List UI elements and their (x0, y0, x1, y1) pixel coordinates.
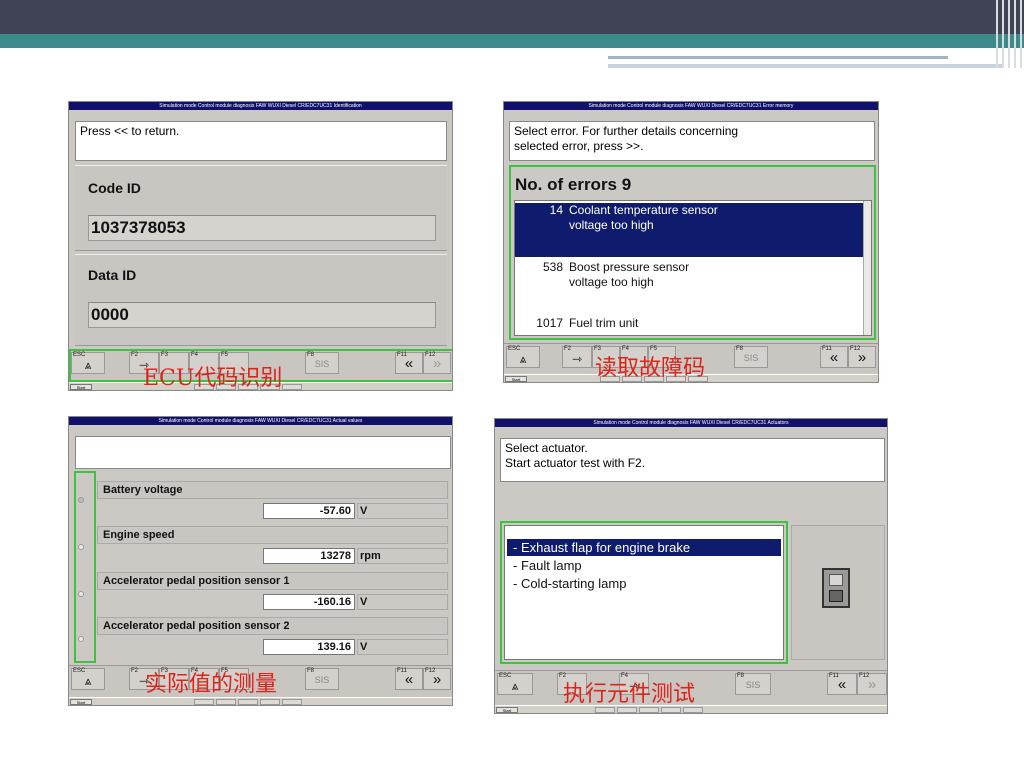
start-button[interactable]: Start (70, 699, 92, 705)
error-row[interactable]: 538 Boost pressure sensor voltage too hi… (515, 260, 871, 300)
value-row: Engine speed 13278 rpm (97, 526, 448, 570)
radio-selector[interactable] (78, 544, 84, 550)
value-field: -160.16 (263, 594, 355, 610)
f8-sis-key[interactable]: F8 SIS (305, 668, 339, 690)
caption-actuator-test: 执行元件测试 (563, 682, 696, 707)
back-up-icon: ⩓ (84, 674, 92, 688)
f12-key[interactable]: F12» (857, 673, 887, 695)
value-unit: V (357, 594, 448, 610)
f8-sis-key[interactable]: F8 SIS (735, 673, 771, 695)
caption-read-error-codes: 读取故障码 (595, 356, 706, 381)
double-left-icon: « (829, 349, 839, 366)
value-unit: V (357, 639, 448, 655)
value-unit: V (357, 503, 448, 519)
window-title: Simulation mode Control module diagnosis… (495, 419, 887, 427)
switch-panel (791, 525, 885, 660)
error-row[interactable]: 14 Coolant temperature sensor voltage to… (515, 203, 871, 257)
f8-sis-key[interactable]: F8 SIS (734, 346, 768, 368)
back-up-icon: ⩓ (511, 679, 519, 693)
start-button[interactable]: Start (496, 707, 518, 713)
value-field: 13278 (263, 548, 355, 564)
value-unit: rpm (357, 548, 448, 564)
value-row: Accelerator pedal position sensor 2 139.… (97, 617, 448, 661)
f2-key[interactable]: F2 ⇾ (562, 346, 592, 368)
message-box: Press << to return. (75, 121, 447, 161)
taskbar-item[interactable] (216, 699, 236, 705)
actuator-list[interactable]: - Exhaust flap for engine brake - Fault … (504, 525, 784, 660)
f11-key[interactable]: F11 « (395, 668, 423, 690)
double-left-icon: « (404, 671, 414, 688)
taskbar-item[interactable] (194, 699, 214, 705)
caption-ecu-identification: ECU代码识别 (143, 366, 283, 391)
taskbar-item[interactable] (260, 699, 280, 705)
actuators-window: Simulation mode Control module diagnosis… (494, 418, 888, 714)
value-row: Battery voltage -57.60 V (97, 481, 448, 525)
list-item[interactable]: - Exhaust flap for engine brake (507, 539, 781, 556)
code-id-label: Code ID (88, 180, 141, 196)
slide-header-bar (0, 0, 1024, 34)
actual-values-window: Simulation mode Control module diagnosis… (68, 416, 453, 706)
arrow-right-icon: ⇾ (571, 352, 583, 366)
code-id-panel: Code ID 1037378053 (75, 165, 447, 251)
window-title: Simulation mode Control module diagnosis… (69, 417, 452, 425)
slide-accent-line-2 (608, 64, 1002, 68)
error-count-label: No. of errors 9 (515, 175, 632, 194)
message-text: Press << to return. (80, 124, 180, 138)
list-scrollbar[interactable] (863, 201, 871, 335)
list-item[interactable]: - Fault lamp (507, 557, 781, 574)
message-line-1: Select error. For further details concer… (514, 124, 739, 138)
code-id-value: 1037378053 (88, 215, 436, 241)
start-button[interactable]: Start (70, 384, 92, 390)
double-left-icon: « (837, 676, 847, 693)
slide-accent-bar (0, 34, 1024, 48)
taskbar: Start (69, 697, 452, 705)
radio-selector[interactable] (78, 497, 84, 503)
double-right-icon: » (432, 671, 442, 688)
data-id-panel: Data ID 0000 (75, 254, 447, 346)
f11-key[interactable]: F11 « (820, 346, 848, 368)
window-title: Simulation mode Control module diagnosis… (504, 102, 878, 110)
esc-key[interactable]: ESC ⩓ (71, 668, 105, 690)
message-box: Select actuator. Start actuator test wit… (500, 438, 885, 482)
message-line-2: selected error, press >>. (514, 139, 644, 153)
start-button[interactable]: Start (505, 376, 527, 382)
switch-icon[interactable] (822, 568, 850, 608)
message-line-1: Select actuator. (505, 441, 588, 455)
value-row: Accelerator pedal position sensor 1 -160… (97, 572, 448, 616)
data-id-value: 0000 (88, 302, 436, 328)
message-box: Select error. For further details concer… (509, 121, 875, 161)
value-field: -57.60 (263, 503, 355, 519)
f12-key[interactable]: F12» (848, 346, 876, 368)
message-line-2: Start actuator test with F2. (505, 456, 646, 470)
radio-selector[interactable] (78, 591, 84, 597)
error-memory-window: Simulation mode Control module diagnosis… (503, 101, 879, 383)
double-right-icon: » (867, 676, 877, 693)
message-box (75, 436, 451, 469)
list-item[interactable]: - Cold-starting lamp (507, 575, 781, 592)
value-field: 139.16 (263, 639, 355, 655)
taskbar-item[interactable] (282, 699, 302, 705)
error-row[interactable]: 1017 Fuel trim unit (515, 316, 871, 335)
f12-key[interactable]: F12» (423, 668, 451, 690)
data-id-label: Data ID (88, 267, 137, 283)
double-right-icon: » (857, 349, 867, 366)
error-list[interactable]: 14 Coolant temperature sensor voltage to… (514, 200, 872, 336)
esc-key[interactable]: ESC ⩓ (497, 673, 533, 695)
esc-key[interactable]: ESC ⩓ (506, 346, 540, 368)
window-title: Simulation mode Control module diagnosis… (69, 102, 452, 110)
caption-actual-values: 实际值的测量 (145, 672, 278, 697)
f11-key[interactable]: F11 « (827, 673, 857, 695)
back-up-icon: ⩓ (519, 352, 527, 366)
radio-selector[interactable] (78, 636, 84, 642)
identification-window: Simulation mode Control module diagnosis… (68, 101, 453, 391)
taskbar-item[interactable] (282, 384, 302, 390)
slide-corner-decoration (994, 0, 1024, 68)
taskbar-item[interactable] (238, 699, 258, 705)
slide-accent-line (608, 56, 948, 59)
